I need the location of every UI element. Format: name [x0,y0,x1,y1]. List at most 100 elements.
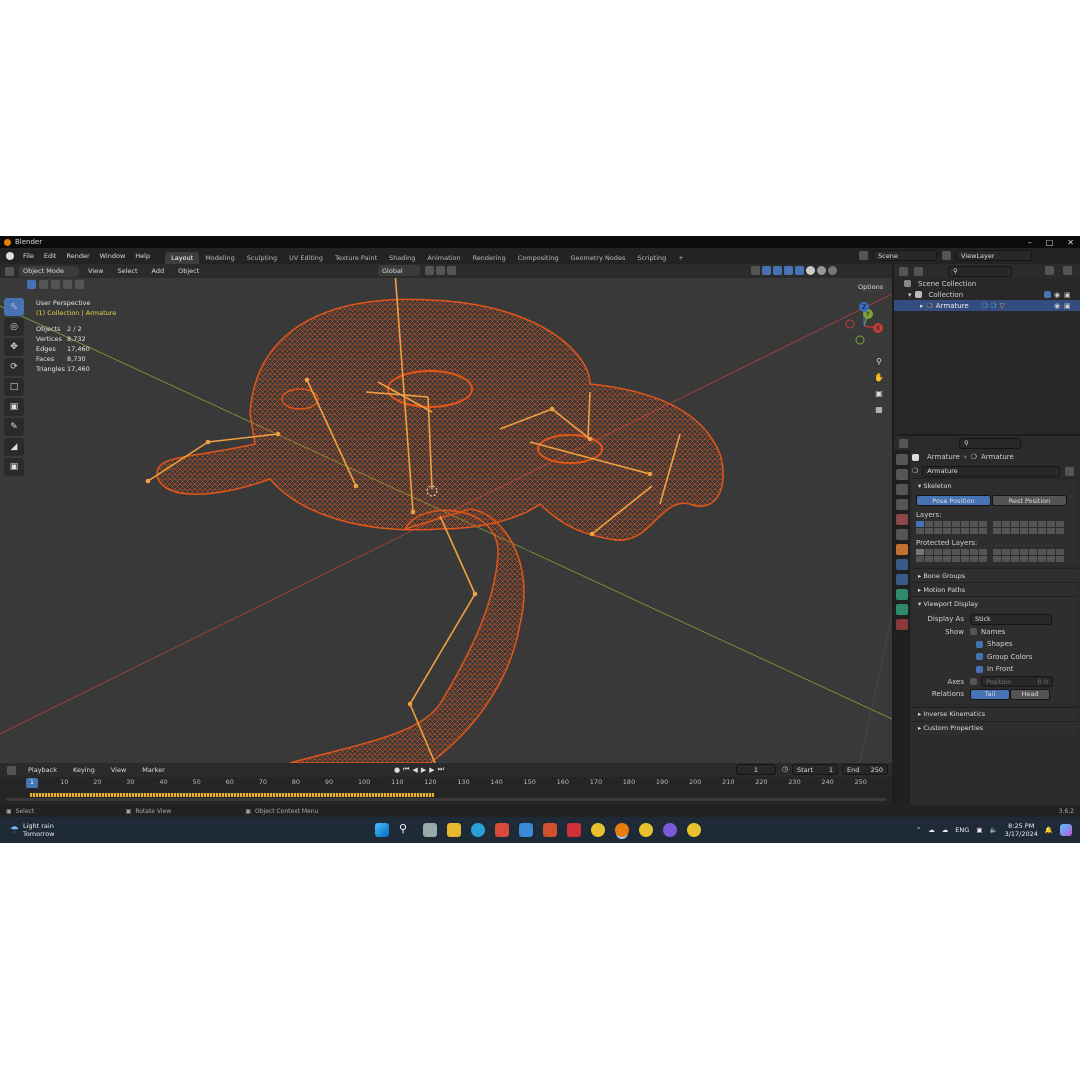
viewport-display-panel-header[interactable]: ▾ Viewport Display [912,596,1078,610]
rotate-tool-icon[interactable]: ⟳ [4,358,24,376]
rest-position-button[interactable]: Rest Position [992,495,1067,506]
armature-data-tab-icon[interactable] [896,589,908,600]
outliner-editor-type-icon[interactable] [899,266,908,276]
annotate-tool-icon[interactable]: ✎ [4,418,24,436]
tab-shading[interactable]: Shading [383,252,421,264]
mode-dropdown[interactable]: Object Mode [19,265,79,277]
menu-render[interactable]: Render [61,252,94,260]
menu-file[interactable]: File [18,252,39,260]
chrome-icon[interactable] [591,823,605,837]
viewport-menu-view[interactable]: View [83,267,108,275]
tab-modeling[interactable]: Modeling [199,252,241,264]
prev-key-icon[interactable]: ◀ [412,766,417,774]
render-tab-icon[interactable] [896,469,908,480]
outliner-collection[interactable]: ▾ Collection ◉ ▣ [894,289,1080,300]
scene-tab-icon[interactable] [896,514,908,525]
armature-eye-icon[interactable]: ◉ [1054,302,1060,310]
texture-tab-icon[interactable] [896,619,908,630]
clock-icon[interactable]: ◷ [782,765,788,773]
display-icon[interactable]: ▣ [976,826,982,834]
scale-tool-icon[interactable]: □ [4,378,24,396]
navigation-gizmo[interactable]: X Y Z [840,302,888,350]
timeline-editor[interactable]: Playback Keying View Marker ● ⏮ ◀ ▶ ▶ ⏭ … [0,763,892,805]
motion-paths-panel-header[interactable]: ▸ Motion Paths [912,582,1078,596]
tab-geometry-nodes[interactable]: Geometry Nodes [565,252,632,264]
end-frame-field[interactable]: End 250 [842,764,888,775]
current-frame-field[interactable]: 1 [736,764,776,775]
eye-icon[interactable]: ◉ [1054,291,1060,299]
world-tab-icon[interactable] [896,529,908,540]
tab-compositing[interactable]: Compositing [512,252,565,264]
add-workspace-icon[interactable]: + [672,252,689,264]
camera-icon[interactable]: ▣ [872,386,886,400]
outliner-scene-collection[interactable]: Scene Collection [894,278,1080,289]
editor-type-icon[interactable] [5,266,14,276]
tab-animation[interactable]: Animation [421,252,466,264]
timeline-menu-view[interactable]: View [106,766,131,774]
physics-tab-icon[interactable] [896,574,908,585]
viewport-menu-select[interactable]: Select [112,267,142,275]
view-layer-field[interactable]: ViewLayer [956,250,1032,261]
shapes-checkbox[interactable] [976,640,983,648]
play-icon[interactable]: ▶ [421,766,426,774]
object-tab-icon[interactable] [896,544,908,555]
edge-icon[interactable] [471,823,485,837]
current-frame-indicator[interactable]: 1 [26,778,38,788]
select-subtract-icon[interactable] [51,280,60,289]
outliner-search-input[interactable]: ⚲ [948,265,1012,277]
maximize-icon[interactable]: □ [1046,238,1054,247]
display-mode-icon[interactable] [914,266,923,276]
tab-layout[interactable]: Layout [165,252,200,264]
fake-user-icon[interactable] [1065,466,1075,476]
timeline-menu-keying[interactable]: Keying [68,766,100,774]
scene-icon[interactable] [859,251,868,260]
measure-tool-icon[interactable]: ◢ [4,438,24,456]
pivot-icon[interactable] [425,266,434,275]
scene-field[interactable]: Scene [873,250,937,261]
new-collection-icon[interactable] [1063,266,1072,275]
cursor-tool-icon[interactable]: ◎ [4,318,24,336]
transform-orientation-dropdown[interactable]: Global [378,265,420,276]
tab-uv-editing[interactable]: UV Editing [283,252,329,264]
select-intersect-icon[interactable] [75,280,84,289]
axes-checkbox[interactable] [970,678,977,686]
snap-icon[interactable] [436,266,445,275]
office-icon[interactable] [543,823,557,837]
inverse-kinematics-panel-header[interactable]: ▸ Inverse Kinematics [912,706,1078,721]
snipping-tool-icon[interactable] [495,823,509,837]
menu-help[interactable]: Help [130,252,155,260]
output-tab-icon[interactable] [896,484,908,495]
solid-shading-icon[interactable] [806,266,815,275]
task-view-icon[interactable] [423,823,437,837]
zoom-icon[interactable]: ⚲ [872,354,886,368]
search-icon[interactable]: ⚲ [399,822,413,836]
jump-end-icon[interactable]: ⏭ [438,765,444,774]
frame-ruler[interactable]: 1 10 20 30 40 50 60 70 80 90 100 110 120 130 140 150 16… [0,777,892,789]
timeline-scrollbar[interactable] [6,798,886,801]
bone-groups-panel-header[interactable]: ▸ Bone Groups [912,568,1078,582]
viewport-menu-add[interactable]: Add [147,267,170,275]
skeleton-panel-header[interactable]: ▾ Skeleton [912,478,1078,492]
proportional-edit-icon[interactable] [447,266,456,275]
menu-window[interactable]: Window [95,252,131,260]
pose-position-button[interactable]: Pose Position [916,495,991,506]
tab-scripting[interactable]: Scripting [631,252,672,264]
close-icon[interactable]: ✕ [1067,238,1074,247]
volume-icon[interactable]: 🔈 [989,826,997,834]
onedrive-icon[interactable]: ☁ [942,826,949,834]
select-invert-icon[interactable] [63,280,72,289]
protected-layers-grid[interactable] [916,549,1074,562]
app-m-icon[interactable] [567,823,581,837]
jump-start-icon[interactable]: ⏮ [403,765,409,774]
copilot-icon[interactable] [1060,824,1072,836]
rendered-shading-icon[interactable] [828,266,837,275]
view-layer-tab-icon[interactable] [896,499,908,510]
properties-search-input[interactable]: ⚲ [959,437,1021,449]
weather-widget[interactable]: ☂ Light rain Tomorrow [10,822,55,838]
next-key-icon[interactable]: ▶ [429,766,434,774]
grid-view-icon[interactable]: ▦ [872,402,886,416]
pan-hand-icon[interactable]: ✋ [872,370,886,384]
wireframe-shading-icon[interactable] [795,266,804,275]
viber-icon[interactable] [663,823,677,837]
in-front-checkbox[interactable] [976,665,983,673]
